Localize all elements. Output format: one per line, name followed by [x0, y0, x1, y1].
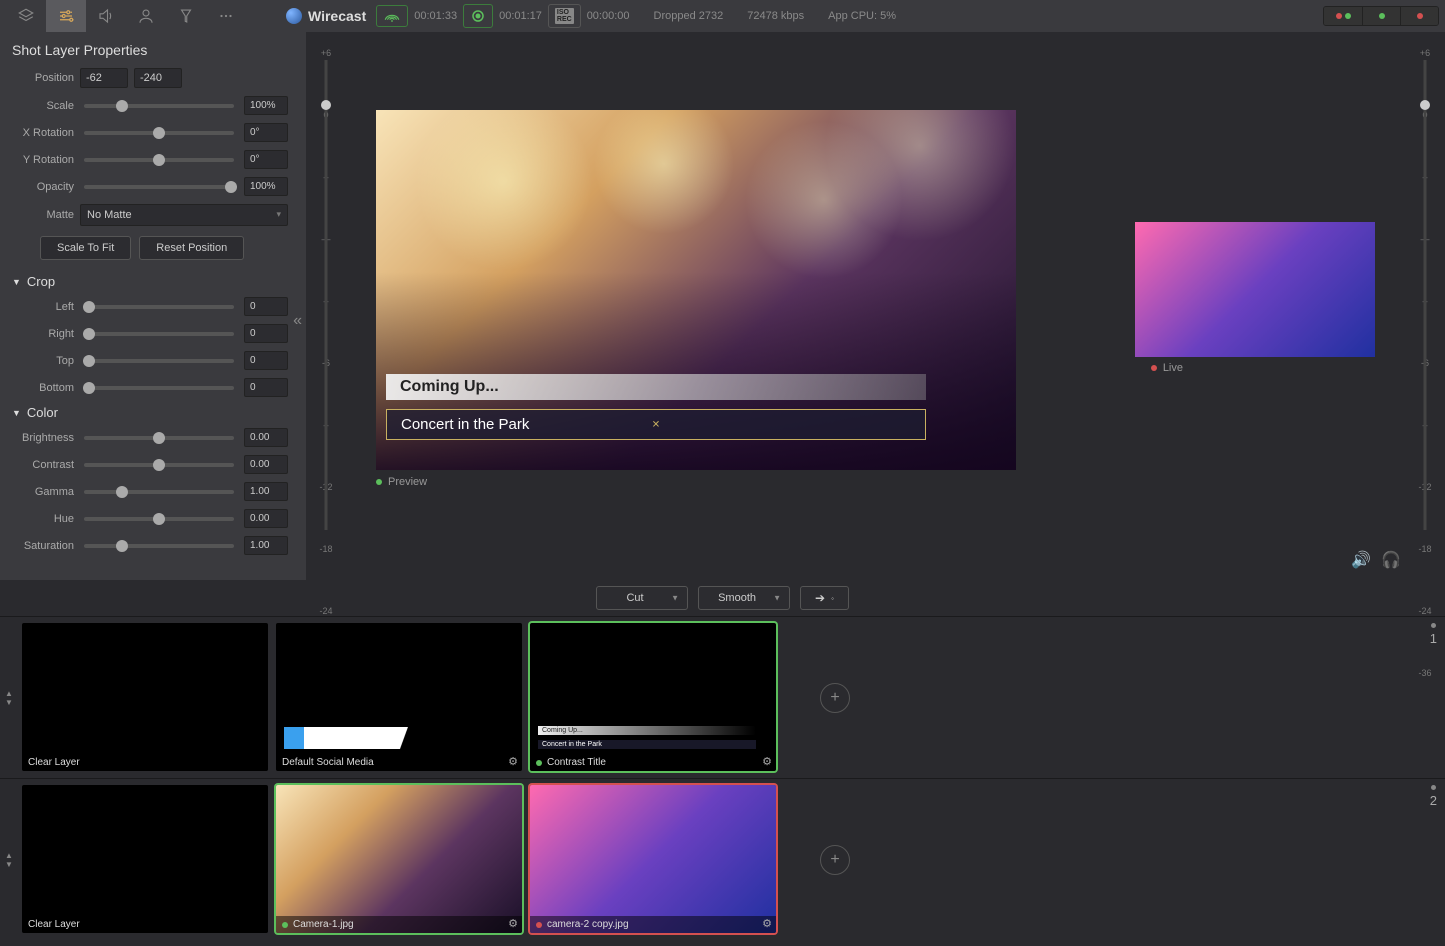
- saturation-slider[interactable]: [84, 544, 234, 548]
- yrot-label: Y Rotation: [12, 154, 74, 166]
- shot-thumbnail[interactable]: camera-2 copy.jpg⚙: [530, 785, 776, 933]
- live-canvas[interactable]: [1135, 222, 1375, 357]
- xrot-value[interactable]: 0°: [244, 123, 288, 142]
- crop-bottom-slider[interactable]: [84, 386, 234, 390]
- shot-label: camera-2 copy.jpg: [530, 916, 776, 933]
- collapse-sidebar-icon[interactable]: «: [293, 312, 302, 330]
- gamma-value[interactable]: 1.00: [244, 482, 288, 501]
- lower-third-subtitle[interactable]: Concert in the Park ✕: [386, 409, 926, 440]
- lower-third-title[interactable]: Coming Up...: [386, 374, 926, 400]
- go-button[interactable]: ➔ ◦: [800, 586, 849, 610]
- crop-right-slider[interactable]: [84, 332, 234, 336]
- layer-reorder-handle[interactable]: ▲▼: [0, 779, 18, 940]
- stream-time: 00:01:33: [414, 10, 457, 22]
- hue-value[interactable]: 0.00: [244, 509, 288, 528]
- position-y-input[interactable]: [134, 68, 182, 88]
- preview-label: Preview: [376, 476, 427, 488]
- output-indicators: [1323, 6, 1439, 26]
- gear-icon[interactable]: ⚙: [508, 917, 518, 930]
- shot-thumbnail[interactable]: Coming Up...Concert in the ParkContrast …: [530, 623, 776, 771]
- scale-value[interactable]: 100%: [244, 96, 288, 115]
- panel-title: Shot Layer Properties: [12, 42, 288, 58]
- position-x-input[interactable]: [80, 68, 128, 88]
- live-label: Live: [1151, 362, 1183, 374]
- matte-select[interactable]: No Matte▾: [80, 204, 288, 226]
- hue-slider[interactable]: [84, 517, 234, 521]
- opacity-label: Opacity: [12, 181, 74, 193]
- brightness-value[interactable]: 0.00: [244, 428, 288, 447]
- close-icon[interactable]: ✕: [652, 419, 660, 430]
- scale-slider[interactable]: [84, 104, 234, 108]
- app-title: Wirecast: [286, 8, 366, 24]
- speaker-icon[interactable]: 🔊: [1351, 550, 1371, 570]
- scale-label: Scale: [12, 100, 74, 112]
- audio-icon[interactable]: [86, 0, 126, 32]
- layer-reorder-handle[interactable]: ▲▼: [0, 617, 18, 778]
- shot-label: Contrast Title: [530, 754, 776, 771]
- opacity-slider[interactable]: [84, 185, 234, 189]
- crop-top-slider[interactable]: [84, 359, 234, 363]
- layer-number: 1: [1430, 623, 1437, 646]
- gamma-slider[interactable]: [84, 490, 234, 494]
- xrot-slider[interactable]: [84, 131, 234, 135]
- position-label: Position: [12, 72, 74, 84]
- crop-left-slider[interactable]: [84, 305, 234, 309]
- sliders-icon[interactable]: [46, 0, 86, 32]
- scale-to-fit-button[interactable]: Scale To Fit: [40, 236, 131, 260]
- shot-label: Camera-1.jpg: [276, 916, 522, 933]
- right-audio-meter[interactable]: +60–—–-6–-12-18-24-36: [1413, 44, 1437, 580]
- add-shot-button[interactable]: +: [820, 683, 850, 713]
- shot-thumbnail[interactable]: Clear Layer: [22, 785, 268, 933]
- shot-label: Clear Layer: [22, 754, 268, 771]
- shot-thumbnail[interactable]: Clear Layer: [22, 623, 268, 771]
- iso-time: 00:00:00: [587, 10, 630, 22]
- crop-left[interactable]: 0: [244, 297, 288, 316]
- shot-label: Clear Layer: [22, 916, 268, 933]
- dropped-frames: Dropped 2732: [654, 10, 724, 22]
- brightness-slider[interactable]: [84, 436, 234, 440]
- more-icon[interactable]: [206, 0, 246, 32]
- shot-label: Default Social Media: [276, 754, 522, 771]
- crop-top[interactable]: 0: [244, 351, 288, 370]
- layers-icon[interactable]: [6, 0, 46, 32]
- cut-transition-select[interactable]: Cut▼: [596, 586, 688, 610]
- headphones-icon[interactable]: 🎧: [1381, 550, 1401, 570]
- person-icon[interactable]: [126, 0, 166, 32]
- contrast-slider[interactable]: [84, 463, 234, 467]
- shot-thumbnail[interactable]: Camera-1.jpg⚙: [276, 785, 522, 933]
- record-status-button[interactable]: [463, 4, 493, 28]
- app-logo-icon: [286, 8, 302, 24]
- preview-canvas[interactable]: Coming Up... Concert in the Park ✕: [376, 110, 1016, 470]
- saturation-value[interactable]: 1.00: [244, 536, 288, 555]
- yrot-slider[interactable]: [84, 158, 234, 162]
- crop-right[interactable]: 0: [244, 324, 288, 343]
- xrot-label: X Rotation: [12, 127, 74, 139]
- filter-icon[interactable]: [166, 0, 206, 32]
- record-time: 00:01:17: [499, 10, 542, 22]
- smooth-transition-select[interactable]: Smooth▼: [698, 586, 790, 610]
- contrast-value[interactable]: 0.00: [244, 455, 288, 474]
- opacity-value[interactable]: 100%: [244, 177, 288, 196]
- iso-status-button[interactable]: ISOREC: [548, 4, 581, 28]
- crop-section-header[interactable]: ▼Crop: [12, 274, 288, 289]
- bitrate: 72478 kbps: [747, 10, 804, 22]
- reset-position-button[interactable]: Reset Position: [139, 236, 244, 260]
- add-shot-button[interactable]: +: [820, 845, 850, 875]
- color-section-header[interactable]: ▼Color: [12, 405, 288, 420]
- layer-number: 2: [1430, 785, 1437, 808]
- matte-label: Matte: [12, 209, 74, 221]
- yrot-value[interactable]: 0°: [244, 150, 288, 169]
- gear-icon[interactable]: ⚙: [508, 755, 518, 768]
- shot-thumbnail[interactable]: Default Social Media⚙: [276, 623, 522, 771]
- gear-icon[interactable]: ⚙: [762, 755, 772, 768]
- crop-bottom[interactable]: 0: [244, 378, 288, 397]
- gear-icon[interactable]: ⚙: [762, 917, 772, 930]
- left-audio-meter[interactable]: +60–—–-6–-12-18-24-36: [314, 44, 338, 580]
- stream-status-button[interactable]: [376, 5, 408, 27]
- cpu-usage: App CPU: 5%: [828, 10, 896, 22]
